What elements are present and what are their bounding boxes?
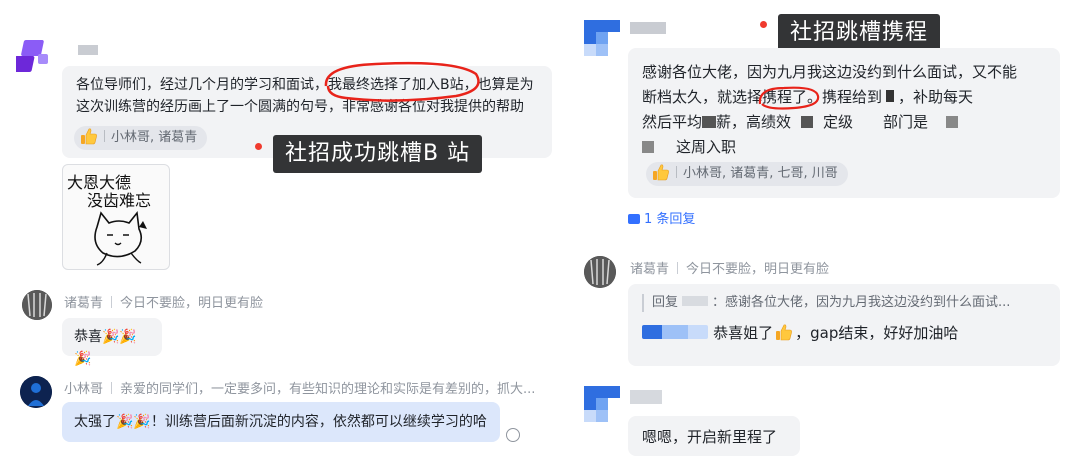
message-text-part: 这周入职 <box>676 138 737 156</box>
reply-text: 恭喜姐了 ，gap结束，好好加油哈 <box>642 322 1046 344</box>
annotation-label: 社招跳槽携程 <box>778 14 941 52</box>
message-text-part: ！训练营后面新沉淀的内容，依然都可以继续学习的哈 <box>150 414 487 430</box>
mention-tag[interactable] <box>642 325 708 339</box>
thumbs-up-icon <box>81 128 97 145</box>
quote-prefix: 回复 <box>652 295 679 310</box>
message-line: 这周入职 <box>642 135 1046 160</box>
reply-count-link[interactable]: 1 条回复 <box>628 208 695 227</box>
sticker-image[interactable]: 大恩大德 没齿难忘 <box>62 164 170 270</box>
message-text-part: 各位导师们，经过几个月的学习和面试， <box>76 77 328 93</box>
sender-info: 诸葛青 今日不要脸，明日更有脸 <box>630 258 829 277</box>
message-bubble[interactable]: 感谢各位大佬，因为九月我这边没约到什么面试，又不能 断档太久，就选择携程了。携程… <box>628 48 1060 198</box>
blurred-username <box>630 22 666 34</box>
party-popper-emoji: 🎉🎉 <box>116 414 151 430</box>
message-bubble[interactable]: 恭喜🎉🎉🎉 <box>62 318 162 367</box>
comment-icon <box>628 214 640 224</box>
message-line: 断档太久，就选择携程了。携程给到 ，补助每天 <box>642 85 1046 110</box>
message-text: 嗯嗯，开启新里程了 <box>642 428 778 446</box>
message-text-part: 太强了 <box>74 414 116 430</box>
message-text: 恭喜 <box>74 329 102 345</box>
reaction-chip[interactable]: 小林哥, 诸葛青, 七哥, 川哥 <box>646 162 848 186</box>
message-line: 然后平均 薪，高绩效 定级 部门是 <box>642 110 1046 135</box>
red-circle-mark <box>324 61 480 102</box>
cat-drawing <box>94 211 147 266</box>
user-avatar[interactable] <box>584 256 616 288</box>
thumbs-up-icon <box>776 324 793 341</box>
message-text: 感谢各位大佬，因为九月我这边没约到什么面试，又不能 断档太久，就选择携程了。携程… <box>642 60 1046 160</box>
annotation-marker <box>760 21 767 28</box>
sender-status: 今日不要脸，明日更有脸 <box>120 296 264 311</box>
sender-name: 诸葛青 <box>630 262 670 277</box>
read-status-icon <box>506 428 520 442</box>
reaction-names: 小林哥, 诸葛青, 七哥, 川哥 <box>683 166 838 181</box>
message-text-part: 部门是 <box>883 113 929 131</box>
message-text-part: 定级 <box>823 113 854 131</box>
user-avatar[interactable] <box>584 386 620 422</box>
red-circle-mark <box>758 86 820 110</box>
sender-name: 小林哥 <box>64 382 104 397</box>
user-avatar[interactable] <box>11 36 52 78</box>
blurred-username <box>630 390 662 404</box>
message-text-part: ，补助每天 <box>898 88 974 106</box>
message-text-part: 断档太久，就选择 <box>642 88 763 106</box>
sender-status: 亲爱的同学们，一定要多问，有些知识的理论和实际是有差别的，抓大... <box>120 382 536 397</box>
quoted-reply[interactable]: 回复 ：感谢各位大佬，因为九月我这边没约到什么面试... <box>642 294 1046 312</box>
reaction-names: 小林哥, 诸葛青 <box>111 130 198 145</box>
message-text-part: ，gap结束，好好加油哈 <box>795 324 959 342</box>
message-bubble[interactable]: 回复 ：感谢各位大佬，因为九月我这边没约到什么面试... 恭喜姐了 ，gap结束，好… <box>628 284 1060 366</box>
sender-name: 诸葛青 <box>64 296 104 311</box>
sender-info: 小林哥 亲爱的同学们，一定要多问，有些知识的理论和实际是有差别的，抓大... <box>64 378 535 397</box>
thumbs-up-icon <box>653 164 669 181</box>
message-line: 感谢各位大佬，因为九月我这边没约到什么面试，又不能 <box>642 63 1018 81</box>
sender-status: 今日不要脸，明日更有脸 <box>686 262 830 277</box>
message-bubble[interactable]: 嗯嗯，开启新里程了 <box>628 416 800 456</box>
user-avatar[interactable] <box>584 20 620 56</box>
blurred-username <box>78 45 98 55</box>
message-text-part: 恭喜姐了 <box>713 324 774 342</box>
sender-info: 诸葛青 今日不要脸，明日更有脸 <box>64 292 263 311</box>
annotation-label: 社招成功跳槽B 站 <box>273 135 483 173</box>
message-bubble[interactable]: 太强了🎉🎉！训练营后面新沉淀的内容，依然都可以继续学习的哈 <box>62 402 500 442</box>
reaction-chip[interactable]: 小林哥, 诸葛青 <box>74 126 208 150</box>
user-avatar[interactable] <box>22 290 52 320</box>
reply-count-text: 1 条回复 <box>644 212 696 227</box>
user-avatar[interactable] <box>20 376 52 408</box>
quote-text: ：感谢各位大佬，因为九月我这边没约到什么面试... <box>712 295 1011 310</box>
message-text-part: 薪，高绩效 <box>716 113 792 131</box>
annotation-marker <box>255 143 262 150</box>
message-text-part: 然后平均 <box>642 113 703 131</box>
